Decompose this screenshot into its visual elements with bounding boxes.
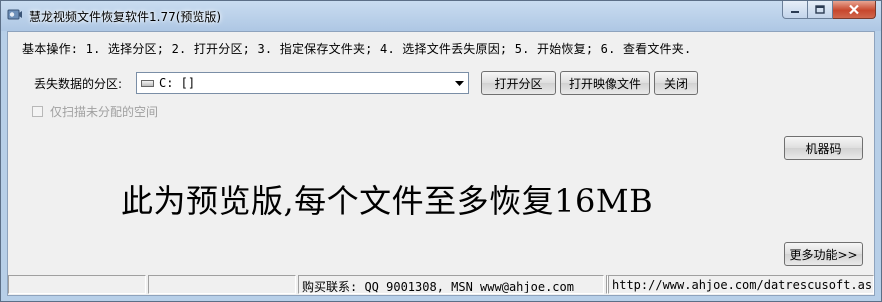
status-purchase-contact: 购买联系: QQ 9001308, MSN www@ahjoe.com [298,275,604,294]
maximize-icon [815,5,825,14]
chevron-down-icon[interactable] [451,73,468,93]
minimize-icon [791,10,799,13]
window-title: 慧龙视频文件恢复软件1.77(预览版) [29,10,222,24]
unallocated-only-option[interactable]: 仅扫描未分配的空间 [32,103,158,120]
open-image-button[interactable]: 打开映像文件 [560,71,650,95]
close-window-button[interactable] [833,1,876,19]
unallocated-only-checkbox[interactable] [32,106,43,117]
partition-label: 丢失数据的分区: [34,77,123,91]
maximize-button[interactable] [808,1,833,19]
close-icon [849,4,859,15]
machine-code-button[interactable]: 机器码 [784,136,863,160]
status-cell-2 [148,275,296,294]
minimize-button[interactable] [782,1,808,19]
operation-steps: 基本操作: 1. 选择分区; 2. 打开分区; 3. 指定保存文件夹; 4. 选… [22,42,692,56]
unallocated-only-label: 仅扫描未分配的空间 [50,105,159,119]
app-window: 慧龙视频文件恢复软件1.77(预览版) 基本操作: 1. 选择分区; 2. 打开… [0,0,882,302]
status-bar: 购买联系: QQ 9001308, MSN www@ahjoe.com http… [8,275,874,295]
partition-select[interactable]: C: [] [136,72,469,94]
status-cell-1 [8,275,146,294]
open-partition-button[interactable]: 打开分区 [481,71,556,95]
status-url[interactable]: http://www.ahjoe.com/datrescusoft.asp [608,275,874,294]
more-features-button[interactable]: 更多功能>> [784,242,863,266]
close-button[interactable]: 关闭 [654,71,698,95]
hard-drive-icon [141,80,154,87]
title-bar[interactable]: 慧龙视频文件恢复软件1.77(预览版) [1,1,881,31]
preview-notice: 此为预览版,每个文件至多恢复16MB [121,182,654,220]
app-icon[interactable] [7,8,23,22]
main-panel: 基本操作: 1. 选择分区; 2. 打开分区; 3. 指定保存文件夹; 4. 选… [7,31,875,296]
partition-selected-value: C: [] [159,76,196,90]
